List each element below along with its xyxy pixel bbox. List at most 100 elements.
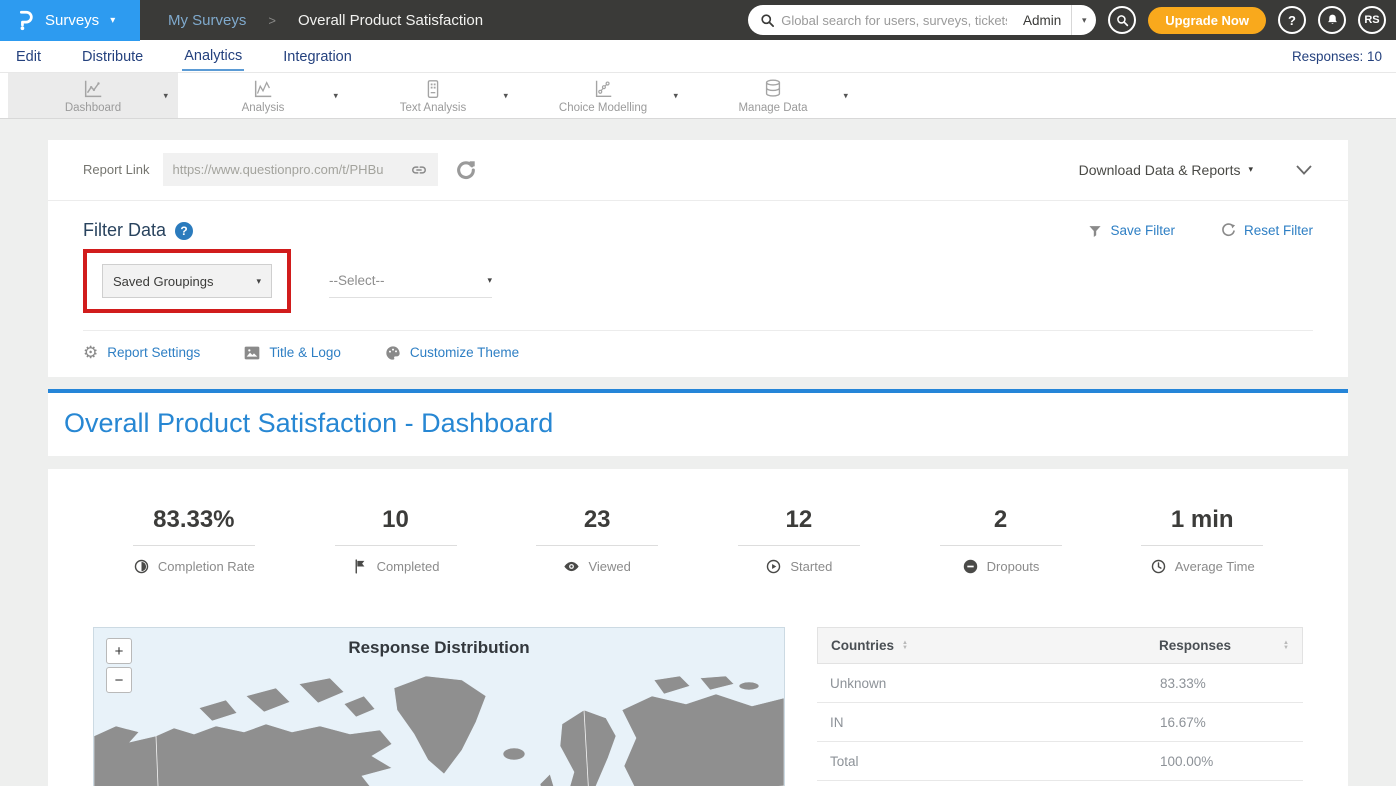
nav-item-edit[interactable]: Edit (14, 43, 43, 70)
breadcrumb-my-surveys[interactable]: My Surveys (168, 12, 246, 29)
topbar-actions: Admin ▾ Upgrade Now ? RS (748, 5, 1396, 35)
stat-value: 2 (994, 506, 1007, 534)
tab-choice-modelling[interactable]: Choice Modelling ▾ (518, 73, 688, 118)
flag-icon (352, 558, 369, 575)
search-icon (760, 13, 775, 28)
chevron-down-icon: ▾ (110, 15, 115, 26)
sort-responses-icon[interactable]: ▲▼ (1283, 641, 1289, 651)
grouping-select-dropdown[interactable]: --Select-- ▾ (329, 264, 492, 298)
map-and-table-row: Response Distribution + − (93, 627, 1303, 786)
report-link-url[interactable]: https://www.questionpro.com/t/PHBu (172, 162, 409, 177)
stat-value: 83.33% (153, 506, 234, 534)
saved-groupings-value: Saved Groupings (113, 274, 213, 289)
stat-value: 10 (382, 506, 409, 534)
half-circle-icon (133, 558, 150, 575)
title-logo-label: Title & Logo (269, 345, 341, 360)
title-logo-link[interactable]: Title & Logo (244, 345, 341, 360)
global-search-input[interactable] (775, 13, 1013, 28)
dashboard-chart-icon (81, 78, 105, 100)
refresh-icon (1221, 223, 1236, 238)
dashboard-main-card: 83.33% Completion Rate 10 Completed (48, 469, 1348, 786)
search-button[interactable] (1108, 6, 1136, 34)
nav-item-distribute[interactable]: Distribute (80, 43, 145, 70)
nav-item-analytics[interactable]: Analytics (182, 42, 244, 71)
stat-label-text: Completion Rate (158, 559, 255, 574)
responses-cell: 83.33% (1160, 676, 1290, 691)
report-link-label: Report Link (83, 162, 149, 177)
chevron-down-icon (1295, 164, 1313, 176)
qr-code-button[interactable] (455, 159, 477, 181)
analytics-tabbar: Dashboard ▾ Analysis ▾ Text Analysis ▾ C… (0, 73, 1396, 119)
reset-filter-label: Reset Filter (1244, 223, 1313, 238)
response-distribution-map[interactable]: Response Distribution + − (93, 627, 785, 786)
stat-dropouts: 2 Dropouts (900, 506, 1102, 575)
column-countries: Countries (831, 638, 894, 653)
play-circle-icon (765, 558, 782, 575)
tab-text-analysis[interactable]: Text Analysis ▾ (348, 73, 518, 118)
reset-filter-button[interactable]: Reset Filter (1221, 223, 1313, 238)
divider (738, 545, 860, 546)
nav-item-integration[interactable]: Integration (281, 43, 354, 70)
tab-manage-data-caret-icon[interactable]: ▾ (843, 90, 848, 101)
search-scope-caret-icon[interactable]: ▾ (1072, 5, 1096, 35)
gear-icon: ⚙ (83, 344, 98, 361)
tab-label: Dashboard (65, 102, 121, 114)
tab-label: Choice Modelling (559, 102, 647, 114)
responses-cell: 100.00% (1160, 754, 1290, 769)
chevron-down-icon: ▾ (1248, 164, 1253, 175)
annotation-highlight-box: Saved Groupings ▾ (83, 249, 291, 313)
responses-count: Responses: 10 (1292, 49, 1382, 64)
upgrade-now-button[interactable]: Upgrade Now (1148, 7, 1266, 34)
tab-text-analysis-caret-icon[interactable]: ▾ (503, 90, 508, 101)
page-title: Overall Product Satisfaction - Dashboard (64, 408, 1332, 439)
link-icon[interactable] (409, 160, 429, 180)
collapse-panel-button[interactable] (1295, 164, 1313, 176)
customize-theme-link[interactable]: Customize Theme (385, 345, 519, 361)
choice-modelling-icon (591, 78, 615, 100)
download-data-reports-menu[interactable]: Download Data & Reports ▾ (1079, 162, 1253, 178)
save-filter-button[interactable]: Save Filter (1088, 223, 1175, 238)
stat-value: 12 (786, 506, 813, 534)
notifications-button[interactable] (1318, 6, 1346, 34)
search-scope-label[interactable]: Admin (1013, 5, 1072, 35)
clock-icon (1150, 558, 1167, 575)
tab-label: Manage Data (738, 102, 807, 114)
questionpro-logo-icon (14, 9, 36, 31)
countries-table: Countries ▲▼ Responses ▲▼ Unknown 83.33%… (817, 627, 1303, 786)
report-link-row: Report Link https://www.questionpro.com/… (48, 140, 1348, 201)
table-row: Unknown 83.33% (817, 664, 1303, 703)
stat-average-time: 1 min Average Time (1101, 506, 1303, 575)
tab-manage-data[interactable]: Manage Data ▾ (688, 73, 858, 118)
tab-choice-modelling-caret-icon[interactable]: ▾ (673, 90, 678, 101)
tab-dashboard-caret-icon[interactable]: ▾ (163, 90, 168, 101)
world-map[interactable] (94, 676, 784, 786)
download-label: Download Data & Reports (1079, 162, 1241, 178)
filter-help-icon[interactable]: ? (175, 222, 193, 240)
product-switcher[interactable]: Surveys ▾ (0, 0, 140, 41)
divider (335, 545, 457, 546)
user-avatar[interactable]: RS (1358, 6, 1386, 34)
tab-analysis[interactable]: Analysis ▾ (178, 73, 348, 118)
stat-label-text: Average Time (1175, 559, 1255, 574)
filter-data-section: Filter Data ? Save Filter Reset Filter (48, 201, 1348, 331)
tab-analysis-caret-icon[interactable]: ▾ (333, 90, 338, 101)
stat-completion-rate: 83.33% Completion Rate (93, 506, 295, 575)
saved-groupings-dropdown[interactable]: Saved Groupings ▾ (102, 264, 272, 298)
tab-dashboard[interactable]: Dashboard ▾ (8, 73, 178, 118)
divider (940, 545, 1062, 546)
report-config-links: ⚙ Report Settings Title & Logo Customize… (48, 331, 1348, 377)
funnel-icon (1088, 224, 1102, 238)
country-cell: Unknown (830, 676, 1160, 691)
report-link-field[interactable]: https://www.questionpro.com/t/PHBu (163, 153, 438, 186)
top-bar: Surveys ▾ My Surveys > Overall Product S… (0, 0, 1396, 40)
report-settings-link[interactable]: ⚙ Report Settings (83, 344, 200, 361)
column-responses: Responses (1159, 638, 1231, 653)
database-icon (761, 78, 785, 100)
tab-label: Analysis (242, 102, 285, 114)
dashboard-title-card: Overall Product Satisfaction - Dashboard (48, 389, 1348, 456)
help-button[interactable]: ? (1278, 6, 1306, 34)
bell-icon (1326, 13, 1339, 27)
sort-countries-icon[interactable]: ▲▼ (902, 641, 908, 651)
palette-icon (385, 345, 401, 361)
zoom-in-button[interactable]: + (106, 638, 132, 664)
